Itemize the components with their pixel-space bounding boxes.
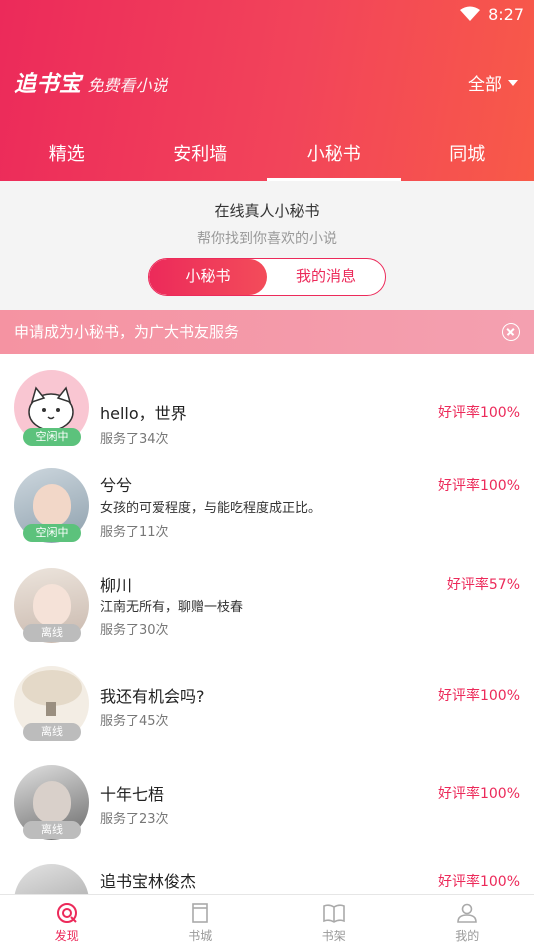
view-switch: 小秘书 我的消息	[148, 258, 386, 296]
close-icon[interactable]	[502, 323, 520, 341]
secretary-motto: 江南无所有，聊赠一枝春	[100, 600, 244, 615]
rating: 好评率100%	[437, 874, 520, 890]
nav-profile[interactable]: 我的	[401, 895, 534, 949]
secretary-name: 十年七梧	[100, 785, 165, 804]
apply-banner[interactable]: 申请成为小秘书，为广大书友服务	[0, 310, 534, 354]
nav-label: 书城	[188, 928, 213, 943]
list-item[interactable]: 空闲中 兮兮 女孩的可爱程度，与能吃程度成正比。 服务了11次 好评率100%	[0, 466, 534, 566]
status-time: 8:27	[488, 4, 524, 24]
list-item[interactable]: 离线 十年七梧 服务了23次 好评率100%	[0, 764, 534, 864]
rating: 好评率100%	[437, 786, 520, 802]
served-count: 服务了34次	[100, 432, 169, 447]
bottom-nav: 发现 书城 书架 我的	[0, 894, 534, 949]
status-badge: 离线	[23, 723, 81, 741]
app-logo: 追书宝	[14, 72, 82, 97]
status-badge: 离线	[23, 821, 81, 839]
rating: 好评率100%	[437, 405, 520, 421]
tab-featured[interactable]: 精选	[0, 130, 134, 181]
switch-messages-button[interactable]: 我的消息	[267, 259, 385, 295]
nav-bookstore[interactable]: 书城	[134, 895, 268, 949]
status-badge: 空闲中	[23, 524, 81, 542]
served-count: 服务了23次	[100, 812, 169, 827]
status-badge: 离线	[23, 624, 81, 642]
secretary-motto: 女孩的可爱程度，与能吃程度成正比。	[100, 501, 322, 516]
nav-discover[interactable]: 发现	[0, 895, 134, 949]
list-item[interactable]: 离线 柳川 江南无所有，聊赠一枝春 服务了30次 好评率57%	[0, 566, 534, 666]
filter-label: 全部	[468, 75, 502, 95]
secretary-name: 柳川	[100, 576, 133, 595]
caret-down-icon	[508, 79, 518, 86]
nav-bookshelf[interactable]: 书架	[267, 895, 401, 949]
intro-subtitle: 帮你找到你喜欢的小说	[197, 231, 337, 247]
profile-icon	[457, 903, 478, 923]
list-item[interactable]: 离线 我还有机会吗? 服务了45次 好评率100%	[0, 666, 534, 766]
list-item[interactable]: 空闲中 hello，世界 服务了34次 好评率100%	[0, 368, 534, 468]
served-count: 服务了11次	[100, 525, 169, 540]
banner-text: 申请成为小秘书，为广大书友服务	[14, 323, 240, 341]
wifi-icon	[460, 6, 481, 21]
secretary-name: 追书宝林俊杰	[100, 872, 197, 891]
nav-label: 发现	[54, 928, 79, 943]
rating: 好评率57%	[446, 577, 520, 593]
nav-label: 书架	[321, 928, 346, 943]
tab-local[interactable]: 同城	[401, 130, 534, 181]
bookshelf-icon	[322, 903, 345, 923]
bookstore-icon	[192, 902, 209, 923]
brand: 追书宝 免费看小说	[14, 66, 168, 98]
discover-icon	[56, 902, 77, 923]
secretary-name: 我还有机会吗?	[100, 687, 205, 706]
intro-title: 在线真人小秘书	[214, 202, 320, 220]
secretary-name: hello，世界	[100, 404, 187, 423]
secretary-list: 空闲中 hello，世界 服务了34次 好评率100% 空闲中 兮兮 女孩的可爱…	[0, 354, 534, 894]
secretary-intro: 在线真人小秘书 帮你找到你喜欢的小说 小秘书 我的消息	[0, 181, 534, 310]
app-header: 8:27 追书宝 免费看小说 全部 精选 安利墙 小秘书 同城	[0, 0, 534, 181]
served-count: 服务了45次	[100, 714, 169, 729]
status-bar: 8:27	[460, 4, 524, 24]
app-slogan: 免费看小说	[87, 76, 168, 95]
rating: 好评率100%	[437, 688, 520, 704]
avatar	[14, 864, 89, 894]
filter-dropdown[interactable]: 全部	[468, 70, 518, 95]
switch-secretary-button[interactable]: 小秘书	[149, 259, 267, 295]
list-item[interactable]: 追书宝林俊杰 好评率100%	[0, 862, 534, 894]
served-count: 服务了30次	[100, 623, 169, 638]
nav-label: 我的	[455, 928, 480, 943]
top-tabs: 精选 安利墙 小秘书 同城	[0, 130, 534, 181]
tab-secretary[interactable]: 小秘书	[267, 130, 401, 181]
status-badge: 空闲中	[23, 428, 81, 446]
tab-recommend-wall[interactable]: 安利墙	[134, 130, 268, 181]
secretary-name: 兮兮	[100, 476, 133, 495]
rating: 好评率100%	[437, 478, 520, 494]
